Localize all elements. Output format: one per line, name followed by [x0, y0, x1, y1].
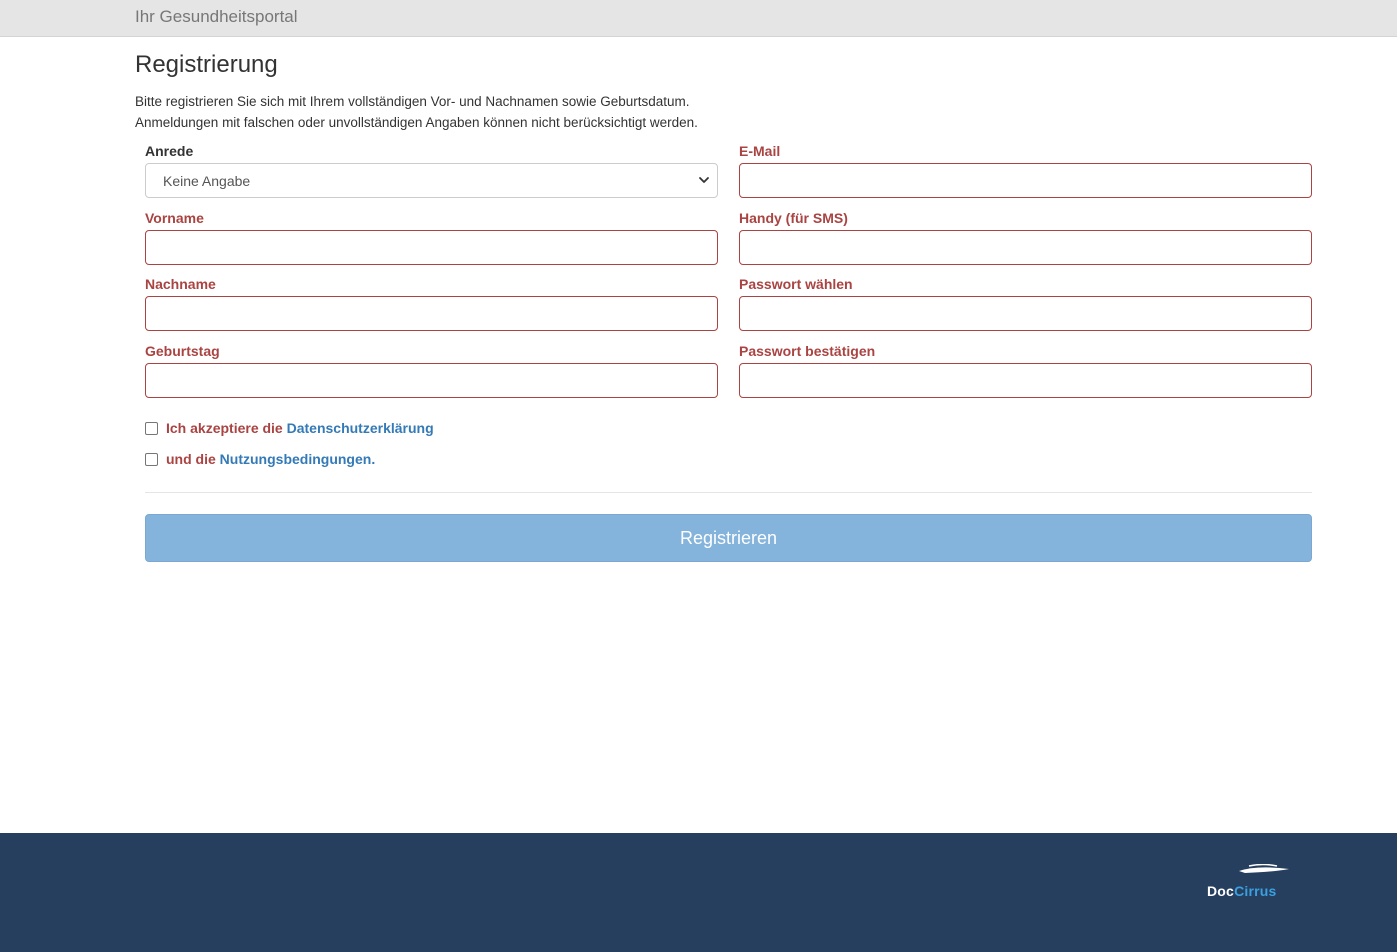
email-input[interactable] [739, 163, 1312, 198]
vorname-input[interactable] [145, 230, 718, 265]
terms-consent-row: und die Nutzungsbedingungen . [145, 451, 375, 467]
passwort-confirm-input[interactable] [739, 363, 1312, 398]
handy-input[interactable] [739, 230, 1312, 265]
cloud-swoosh-icon [1239, 864, 1289, 873]
intro-line-1: Bitte registrieren Sie sich mit Ihrem vo… [135, 94, 690, 109]
anrede-label: Anrede [145, 143, 194, 159]
anrede-selected-value: Keine Angabe [163, 172, 251, 189]
geburtstag-label: Geburtstag [145, 343, 220, 359]
privacy-consent-row: Ich akzeptiere die Datenschutzerklärung [145, 420, 434, 436]
privacy-checkbox[interactable] [145, 421, 158, 435]
terms-text: und die [166, 451, 220, 467]
terms-suffix: . [371, 451, 376, 467]
vorname-label: Vorname [145, 210, 204, 226]
nachname-input[interactable] [145, 296, 718, 331]
privacy-link[interactable]: Datenschutzerklärung [287, 420, 434, 436]
portal-brand[interactable]: Ihr Gesundheitsportal [135, 7, 298, 27]
chevron-down-icon [699, 177, 709, 183]
passwort-confirm-label: Passwort bestätigen [739, 343, 876, 359]
top-navbar: Ihr Gesundheitsportal [0, 0, 1397, 37]
page-title: Registrierung [135, 51, 278, 78]
logo-doc: Doc [1207, 883, 1235, 899]
page-footer [0, 833, 1397, 952]
terms-checkbox[interactable] [145, 452, 158, 466]
passwort-label: Passwort wählen [739, 276, 853, 292]
intro-line-2: Anmeldungen mit falschen oder unvollstän… [135, 115, 698, 130]
geburtstag-input[interactable] [145, 363, 718, 398]
passwort-input[interactable] [739, 296, 1312, 331]
intro-text: Bitte registrieren Sie sich mit Ihrem vo… [135, 91, 698, 133]
register-button[interactable]: Registrieren [145, 514, 1312, 562]
email-label: E-Mail [739, 143, 781, 159]
form-divider [145, 492, 1312, 493]
doccirrus-logo[interactable]: DocCirrus [1207, 864, 1297, 904]
terms-link[interactable]: Nutzungsbedingungen [220, 451, 372, 467]
logo-cirrus: Cirrus [1234, 883, 1277, 899]
privacy-text: Ich akzeptiere die [166, 420, 287, 436]
logo-wordmark: DocCirrus [1207, 883, 1277, 899]
nachname-label: Nachname [145, 276, 216, 292]
handy-label: Handy (für SMS) [739, 210, 848, 226]
anrede-select[interactable]: Keine Angabe [145, 163, 718, 198]
